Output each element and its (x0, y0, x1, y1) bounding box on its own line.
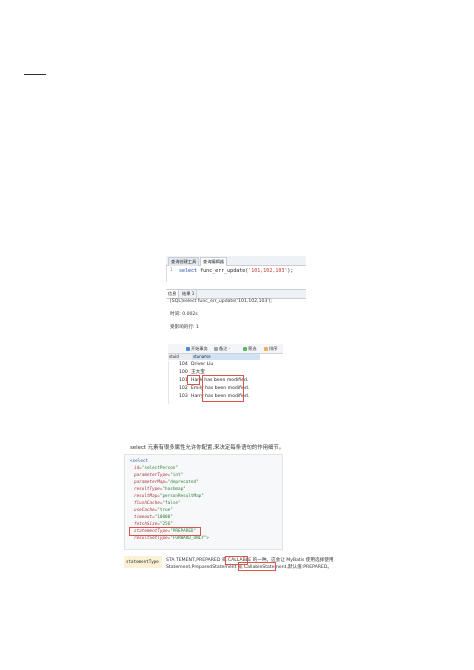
highlight-box-callable-statement (238, 562, 276, 571)
tab-query-editor[interactable]: 查询编辑器 (200, 257, 227, 266)
filter-button[interactable]: 筛选 (243, 345, 256, 352)
xml-line: resultMap="personResultMap" (134, 494, 204, 499)
memo-icon (214, 346, 218, 351)
editor-tab-bar: 查询创建工具 查询编辑器 (166, 256, 306, 266)
xml-line: parameterType="int" (134, 473, 184, 478)
cell-stuname: Driver Liu (191, 362, 214, 367)
grid-toolbar: 开始事务 备注 · 筛选 排序 (168, 344, 283, 354)
data-grid-screenshot: 开始事务 备注 · 筛选 排序 stuid stuname 104 Driver… (168, 344, 283, 406)
grid-header: stuid stuname (168, 354, 283, 360)
xml-code-screenshot: <select id="selectPerson" parameterType=… (124, 454, 283, 550)
cell-stuid: 102 (179, 386, 188, 391)
xml-line: <select (130, 459, 149, 464)
affected-rows-message: 受影响的行: 1 (170, 325, 199, 330)
sql-end: ); (287, 268, 294, 274)
tab-info[interactable]: 信息 (166, 290, 180, 298)
sql-editor-screenshot: 查询创建工具 查询编辑器 1 select func_err_update('1… (166, 256, 306, 338)
select-caption: select 元素有很多属性允许你配置,来决定每条语句的作用细节。 (130, 445, 285, 451)
sort-icon (264, 346, 268, 351)
line-number: 1 (170, 268, 173, 273)
statement-type-table-row: statementType STA TEMENT,PREPARED 或 CALL… (124, 556, 333, 578)
tab-query-builder[interactable]: 查询创建工具 (168, 257, 200, 266)
highlight-box-statement-type (129, 527, 201, 536)
xml-line: id="selectPerson" (134, 466, 178, 471)
cell-stuid: 104 (179, 362, 188, 367)
table-row[interactable]: 104 Driver Liu (168, 361, 283, 369)
column-header-stuname[interactable]: stuname (192, 354, 260, 360)
sql-message: [SQL]select func_err_update('101,102,103… (170, 299, 272, 304)
sql-args: '101,102,103' (248, 268, 288, 274)
xml-line: flushCache="false" (134, 501, 181, 506)
statement-type-label: statementType (124, 556, 162, 568)
sql-function: func_err_update( (200, 268, 249, 274)
code-editor[interactable]: 1 select func_err_update('101,102,103'); (166, 266, 307, 282)
filter-icon (243, 346, 247, 351)
xml-line: resultSetType="FORWARD_ONLY"> (134, 536, 210, 541)
sort-button[interactable]: 排序 (264, 345, 277, 352)
result-tab-bar: 信息 结果 1 (166, 289, 306, 299)
cell-stuid: 103 (179, 394, 188, 399)
memo-button[interactable]: 备注 · (214, 345, 230, 352)
highlight-box-name (187, 375, 200, 385)
xml-line: useCache="true" (134, 508, 173, 513)
header-rule (24, 74, 46, 75)
column-header-stuid[interactable]: stuid (168, 354, 192, 360)
sql-code-line: select func_err_update('101,102,103'); (179, 268, 293, 274)
tab-result-1[interactable]: 结果 1 (180, 290, 198, 298)
sql-keyword: select (179, 268, 198, 274)
begin-transaction-button[interactable]: 开始事务 (186, 345, 208, 352)
xml-line: resultType="hashmap" (134, 487, 186, 492)
time-message: 时间: 0.002s (170, 312, 198, 317)
xml-line: timeout="10000" (134, 515, 173, 520)
xml-line: parameterMap="deprecated" (134, 480, 199, 485)
highlight-box-modified (202, 375, 244, 402)
transaction-icon (186, 346, 190, 351)
